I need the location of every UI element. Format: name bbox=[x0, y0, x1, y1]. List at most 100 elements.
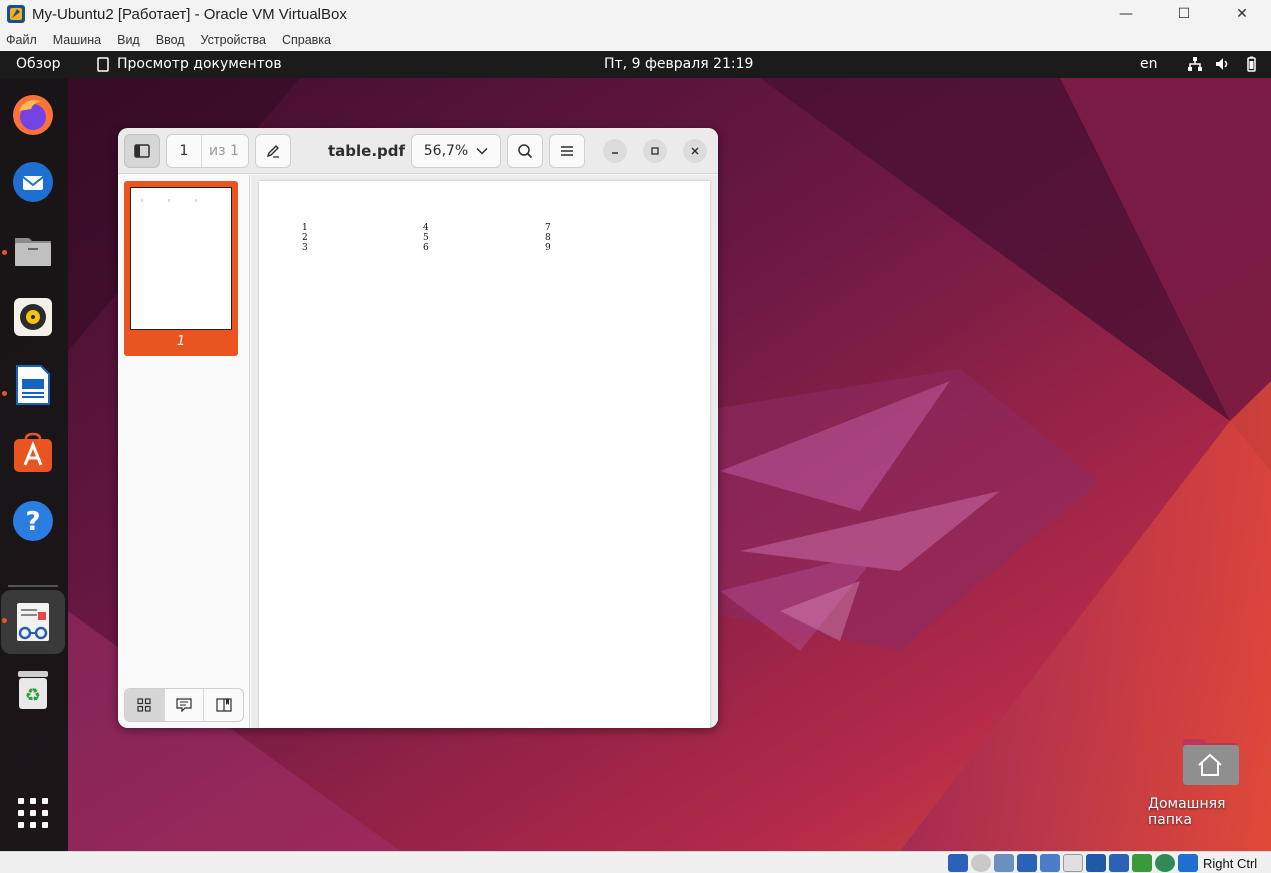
display-icon[interactable] bbox=[1086, 854, 1106, 872]
page-thumbnail[interactable]: 1 bbox=[124, 181, 238, 356]
thumbnail-page-label: 1 bbox=[176, 334, 186, 349]
window-minimize-button[interactable] bbox=[603, 139, 627, 163]
menu-input[interactable]: Ввод bbox=[156, 33, 185, 47]
dock-app-center[interactable] bbox=[10, 430, 56, 476]
virtualbox-logo-icon bbox=[7, 5, 25, 23]
table-cell: 1 bbox=[302, 223, 308, 233]
guest-additions-icon[interactable] bbox=[1155, 854, 1175, 872]
document-title: table.pdf bbox=[328, 142, 406, 160]
tab-bookmarks[interactable] bbox=[204, 689, 243, 721]
dock-separator bbox=[8, 585, 58, 587]
search-button[interactable] bbox=[507, 134, 543, 168]
vbox-status-bar: Right Ctrl bbox=[0, 851, 1271, 873]
table-cell: 5 bbox=[423, 233, 429, 243]
thumbnail-content bbox=[141, 199, 197, 202]
sidebar-toggle-button[interactable] bbox=[124, 134, 160, 168]
tab-thumbnails[interactable] bbox=[125, 689, 165, 721]
vbox-menubar: Файл Машина Вид Ввод Устройства Справка bbox=[0, 28, 1271, 51]
menu-file[interactable]: Файл bbox=[6, 33, 37, 47]
window-maximize-button[interactable] bbox=[643, 139, 667, 163]
dock-trash[interactable]: ♻ bbox=[10, 667, 56, 713]
menu-machine[interactable]: Машина bbox=[53, 33, 101, 47]
zoom-value: 56,7% bbox=[423, 143, 469, 159]
show-apps-button[interactable] bbox=[10, 790, 56, 836]
dock-rhythmbox[interactable] bbox=[10, 294, 56, 340]
chevron-down-icon bbox=[476, 147, 488, 155]
minimize-button[interactable]: — bbox=[1097, 0, 1155, 28]
show-apps-icon bbox=[18, 798, 48, 828]
clock[interactable]: Пт, 9 февраля 21:19 bbox=[604, 56, 753, 72]
vbox-window-title: My-Ubuntu2 [Работает] - Oracle VM Virtua… bbox=[32, 5, 347, 23]
hard-disk-icon[interactable] bbox=[948, 854, 968, 872]
dock-libreoffice-writer[interactable] bbox=[10, 362, 56, 408]
files-icon bbox=[15, 238, 51, 266]
pencil-icon bbox=[266, 145, 279, 158]
close-icon bbox=[691, 147, 699, 155]
thumbnail-sidebar: 1 bbox=[118, 175, 250, 728]
book-icon bbox=[216, 698, 232, 712]
tab-annotations[interactable] bbox=[165, 689, 205, 721]
grid-icon bbox=[137, 698, 151, 712]
close-button[interactable]: ✕ bbox=[1213, 0, 1271, 28]
host-key-label: Right Ctrl bbox=[1203, 856, 1258, 871]
document-viewer-icon bbox=[17, 603, 49, 641]
dock: ? ♻ bbox=[0, 78, 68, 851]
dock-thunderbird[interactable] bbox=[10, 159, 56, 205]
document-viewer-window: 1 из 1 table.pdf 56,7% 1 1 4 7 2 5 8 3 6… bbox=[118, 128, 718, 728]
home-folder-label[interactable]: Домашняя папка bbox=[1148, 796, 1270, 828]
vbox-titlebar: My-Ubuntu2 [Работает] - Oracle VM Virtua… bbox=[0, 0, 1271, 28]
home-folder-icon[interactable] bbox=[1181, 735, 1239, 787]
pdf-page: 1 4 7 2 5 8 3 6 9 bbox=[259, 181, 710, 728]
app-menu-label: Просмотр документов bbox=[117, 56, 282, 72]
recording-icon[interactable] bbox=[1109, 854, 1129, 872]
main-menu-button[interactable] bbox=[549, 134, 585, 168]
thumbnail-preview bbox=[130, 187, 232, 330]
system-tray[interactable] bbox=[1187, 56, 1259, 72]
libreoffice-writer-icon bbox=[16, 365, 50, 405]
network-icon bbox=[1188, 57, 1202, 71]
svg-text:♻: ♻ bbox=[25, 685, 41, 706]
dock-firefox[interactable] bbox=[10, 92, 56, 138]
dock-help[interactable]: ? bbox=[10, 498, 56, 544]
running-indicator bbox=[2, 391, 7, 396]
page-total-label: из 1 bbox=[209, 143, 239, 159]
help-icon: ? bbox=[13, 501, 53, 541]
keyboard-capture-icon[interactable] bbox=[1178, 854, 1198, 872]
dock-document-viewer[interactable] bbox=[10, 599, 56, 645]
optical-drive-icon[interactable] bbox=[971, 854, 991, 872]
document-view[interactable]: 1 4 7 2 5 8 3 6 9 bbox=[251, 175, 718, 728]
running-indicator bbox=[2, 618, 7, 623]
app-menu[interactable]: Просмотр документов bbox=[97, 56, 282, 72]
usb-icon[interactable] bbox=[1040, 854, 1060, 872]
maximize-button[interactable]: ☐ bbox=[1155, 0, 1213, 28]
menu-view[interactable]: Вид bbox=[117, 33, 140, 47]
menu-devices[interactable]: Устройства bbox=[201, 33, 266, 47]
activities-button[interactable]: Обзор bbox=[16, 56, 61, 72]
document-icon bbox=[97, 56, 109, 72]
window-close-button[interactable] bbox=[683, 139, 707, 163]
network-adapter-icon[interactable] bbox=[1017, 854, 1037, 872]
comment-icon bbox=[176, 698, 192, 712]
shared-folders-icon[interactable] bbox=[1063, 854, 1083, 872]
audio-icon[interactable] bbox=[994, 854, 1014, 872]
annotate-button[interactable] bbox=[255, 134, 291, 168]
svg-text:?: ? bbox=[25, 507, 40, 537]
cpu-icon[interactable] bbox=[1132, 854, 1152, 872]
page-selector: 1 из 1 bbox=[166, 134, 249, 168]
table-cell: 2 bbox=[302, 233, 308, 243]
trash-icon: ♻ bbox=[18, 671, 48, 709]
guest-screen: Обзор Просмотр документов Пт, 9 февраля … bbox=[0, 51, 1271, 851]
table-cell: 6 bbox=[423, 243, 429, 253]
running-indicator bbox=[2, 250, 7, 255]
dock-files[interactable] bbox=[10, 227, 56, 273]
table-cell: 8 bbox=[545, 233, 551, 243]
viewer-headerbar: 1 из 1 table.pdf 56,7% bbox=[118, 128, 718, 174]
keyboard-layout-indicator[interactable]: en bbox=[1140, 56, 1158, 72]
page-number-input[interactable]: 1 bbox=[167, 135, 202, 167]
minimize-icon bbox=[612, 152, 618, 154]
volume-icon bbox=[1216, 58, 1228, 70]
sidebar-mode-switcher bbox=[124, 688, 244, 722]
menu-help[interactable]: Справка bbox=[282, 33, 331, 47]
thunderbird-icon bbox=[13, 162, 53, 202]
zoom-select[interactable]: 56,7% bbox=[411, 134, 501, 168]
